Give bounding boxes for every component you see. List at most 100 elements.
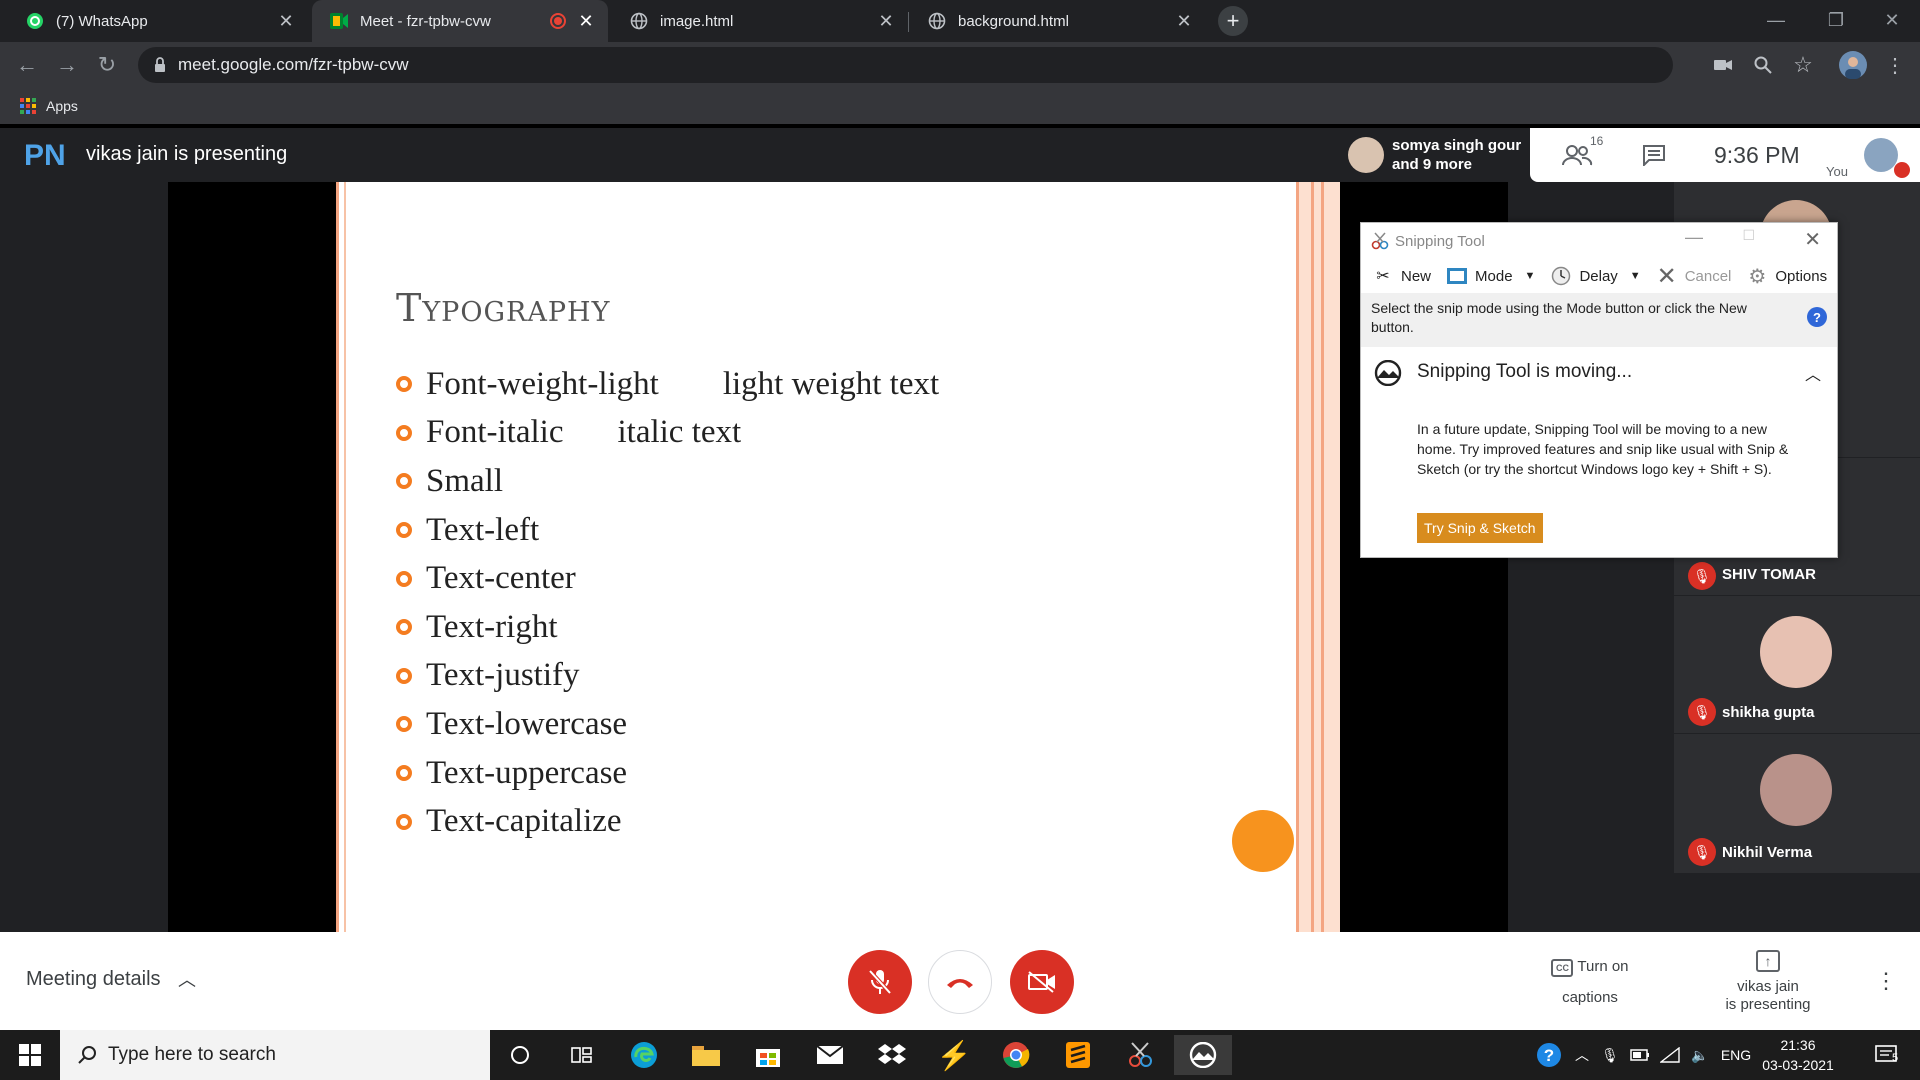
help-tray-icon[interactable]: ? bbox=[1534, 1038, 1564, 1072]
sublime-text-icon[interactable] bbox=[1056, 1035, 1100, 1075]
presenting-button[interactable]: ↑ vikas jain is presenting bbox=[1720, 950, 1816, 1014]
snip-sketch-taskbar-icon[interactable] bbox=[1174, 1035, 1232, 1075]
taskbar-clock[interactable]: 21:36 03-03-2021 bbox=[1760, 1035, 1836, 1075]
close-tab-icon[interactable]: ✕ bbox=[1174, 11, 1194, 31]
delay-button[interactable]: Delay ▼ bbox=[1545, 263, 1644, 289]
snipping-tool-titlebar: Snipping Tool — ☐ ✕ bbox=[1361, 223, 1837, 259]
browser-menu-icon[interactable]: ⋮ bbox=[1880, 50, 1910, 80]
back-icon[interactable]: ← bbox=[12, 50, 42, 80]
reload-icon[interactable]: ↻ bbox=[92, 50, 122, 80]
dropdown-icon: ▼ bbox=[1629, 270, 1641, 282]
file-explorer-icon[interactable] bbox=[684, 1035, 728, 1075]
snipping-tool-window: Snipping Tool — ☐ ✕ ✂ New Mode ▼ Delay ▼ ✕ C… bbox=[1360, 222, 1838, 558]
bullet-icon bbox=[396, 376, 412, 393]
captions-icon: CC bbox=[1551, 959, 1574, 977]
volume-icon[interactable]: 🔈 bbox=[1688, 1038, 1712, 1072]
slide-bullet: Text-uppercase bbox=[396, 749, 939, 798]
tab-whatsapp[interactable]: (7) WhatsApp ✕ bbox=[8, 0, 308, 42]
forward-icon[interactable]: → bbox=[52, 50, 82, 80]
chevron-up-icon[interactable]: ︿ bbox=[1572, 1038, 1592, 1072]
snipping-tool-taskbar-icon[interactable] bbox=[1118, 1035, 1162, 1075]
edge-icon[interactable] bbox=[622, 1035, 666, 1075]
close-tab-icon[interactable]: ✕ bbox=[276, 11, 296, 31]
presenting-text: vikas jain is presenting bbox=[86, 143, 288, 165]
start-button[interactable] bbox=[0, 1030, 60, 1080]
battery-icon[interactable] bbox=[1628, 1038, 1652, 1072]
minimize-icon[interactable]: — bbox=[1746, 0, 1806, 40]
chrome-icon[interactable] bbox=[994, 1035, 1038, 1075]
chat-button[interactable] bbox=[1634, 138, 1674, 172]
vscode-icon[interactable]: ⚡ bbox=[932, 1035, 976, 1075]
options-button[interactable]: ⚙ Options bbox=[1741, 263, 1831, 289]
help-icon[interactable]: ? bbox=[1807, 307, 1827, 327]
participant-name: shikha gupta bbox=[1722, 704, 1815, 721]
windows-logo-icon bbox=[19, 1044, 41, 1066]
store-icon[interactable] bbox=[746, 1035, 790, 1075]
tab-image-html[interactable]: image.html ✕ bbox=[612, 0, 908, 42]
meeting-details-button[interactable]: Meeting details bbox=[26, 968, 161, 991]
url-bar[interactable]: meet.google.com/fzr-tpbw-cvw bbox=[138, 47, 1673, 83]
bullet-icon bbox=[396, 424, 412, 441]
snipping-instructions: Select the snip mode using the Mode butt… bbox=[1361, 293, 1837, 347]
new-snip-button[interactable]: ✂ New bbox=[1367, 263, 1435, 289]
chevron-up-icon[interactable]: ︿ bbox=[178, 966, 196, 992]
close-tab-icon[interactable]: ✕ bbox=[876, 11, 896, 31]
scissors-icon bbox=[1371, 232, 1389, 250]
participants-preview[interactable]: somya singh gour and 9 more bbox=[1340, 128, 1530, 182]
close-window-icon[interactable]: ✕ bbox=[1862, 0, 1920, 40]
search-icon bbox=[76, 1044, 98, 1066]
chevron-up-icon[interactable]: ︿ bbox=[1805, 361, 1821, 385]
dropbox-icon[interactable] bbox=[870, 1035, 914, 1075]
taskbar-search[interactable]: Type here to search bbox=[60, 1030, 490, 1080]
slide-bullet-list: Font-weight-light light weight text Font-… bbox=[396, 360, 939, 846]
tab-background-html[interactable]: background.html ✕ bbox=[910, 0, 1206, 42]
tab-label: (7) WhatsApp bbox=[56, 12, 148, 30]
slide-bullet: Text-justify bbox=[396, 652, 939, 701]
captions-button[interactable]: CC Turn on captions bbox=[1528, 958, 1652, 1006]
restore-icon[interactable]: ❐ bbox=[1806, 0, 1866, 40]
bookmark-star-icon[interactable]: ☆ bbox=[1788, 50, 1818, 80]
bullet-text: Text-capitalize bbox=[426, 803, 622, 840]
slide-bullet: Text-center bbox=[396, 554, 939, 603]
bullet-icon bbox=[396, 765, 412, 782]
try-snip-sketch-button[interactable]: Try Snip & Sketch bbox=[1417, 513, 1543, 543]
wifi-icon[interactable] bbox=[1658, 1038, 1682, 1072]
people-button[interactable]: 16 bbox=[1554, 134, 1604, 172]
mode-button[interactable]: Mode ▼ bbox=[1441, 263, 1539, 289]
recording-icon bbox=[550, 13, 566, 29]
apps-grid-icon[interactable] bbox=[20, 98, 36, 114]
participant-count: 16 bbox=[1590, 134, 1604, 148]
scissors-icon: ✂ bbox=[1376, 268, 1390, 285]
leave-call-button[interactable] bbox=[928, 950, 992, 1014]
notifications-icon[interactable]: 5 bbox=[1866, 1038, 1906, 1072]
bookmarks-bar: Apps bbox=[0, 88, 1920, 124]
bullet-text: Font-italic bbox=[426, 414, 564, 451]
apps-label[interactable]: Apps bbox=[46, 98, 78, 114]
mic-toggle-button[interactable] bbox=[848, 950, 912, 1014]
cortana-icon[interactable] bbox=[498, 1035, 542, 1075]
microphone-tray-icon[interactable]: 🎙 bbox=[1598, 1038, 1622, 1072]
task-view-icon[interactable] bbox=[560, 1035, 604, 1075]
language-indicator[interactable]: ENG bbox=[1718, 1038, 1754, 1072]
more-options-icon[interactable]: ⋮ bbox=[1875, 968, 1897, 994]
zoom-icon[interactable] bbox=[1748, 50, 1778, 80]
tab-meet[interactable]: Meet - fzr-tpbw-cvw ✕ bbox=[312, 0, 608, 42]
new-tab-icon[interactable]: + bbox=[1218, 6, 1248, 36]
options-label: Options bbox=[1775, 267, 1828, 285]
slide-right-stripe bbox=[1321, 182, 1324, 932]
mail-icon[interactable] bbox=[808, 1035, 852, 1075]
lock-icon bbox=[152, 56, 168, 74]
camera-toggle-button[interactable] bbox=[1010, 950, 1074, 1014]
you-label: You bbox=[1826, 164, 1848, 179]
bullet-text: Text-center bbox=[426, 560, 576, 597]
close-tab-icon[interactable]: ✕ bbox=[576, 11, 596, 31]
profile-avatar[interactable] bbox=[1838, 50, 1868, 80]
close-icon[interactable]: ✕ bbox=[1804, 227, 1821, 252]
bullet-icon bbox=[396, 570, 412, 587]
mic-off-icon: 🎙 bbox=[1688, 562, 1716, 590]
minimize-icon[interactable]: — bbox=[1685, 227, 1703, 248]
mode-label: Mode bbox=[1475, 267, 1513, 285]
bullet-text: Text-right bbox=[426, 608, 558, 645]
avatar bbox=[1348, 137, 1384, 173]
camera-icon[interactable] bbox=[1708, 50, 1738, 80]
